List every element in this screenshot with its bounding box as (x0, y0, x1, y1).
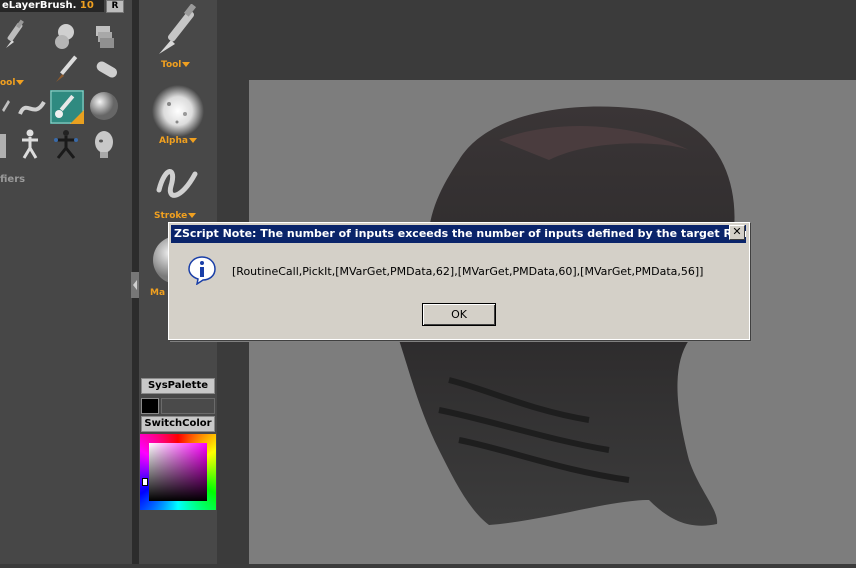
selected-brush-icon[interactable] (50, 90, 84, 124)
collapse-arrow-icon (133, 280, 137, 290)
main-color-swatch[interactable] (141, 398, 159, 414)
current-tool-count: 10 (79, 0, 94, 11)
head-model-icon[interactable] (88, 128, 120, 160)
info-icon (188, 256, 216, 285)
material-palette-label[interactable]: Ma (150, 288, 165, 298)
switchcolor-button[interactable]: SwitchColor (141, 416, 215, 432)
sphere-tool-icon[interactable] (88, 90, 120, 122)
curve-brush-icon[interactable] (16, 92, 48, 124)
alpha-palette-label[interactable]: Alpha (159, 136, 197, 146)
zsphere-rig-icon[interactable] (50, 128, 82, 160)
pen-tool-icon[interactable] (52, 52, 84, 84)
color-picker-square[interactable] (149, 443, 207, 501)
current-tool-title: eLayerBrush. 10 (0, 0, 104, 12)
mesh-stack-icon[interactable] (88, 22, 120, 54)
ok-button[interactable]: OK (422, 303, 496, 326)
current-tool-name: eLayerBrush. (2, 0, 77, 11)
tool-brush-icon[interactable] (151, 4, 205, 58)
color-picker-marker[interactable] (142, 478, 148, 486)
tool-panel: eLayerBrush. 10 R ool fiers (0, 0, 132, 564)
brush-tool-icon[interactable] (0, 18, 32, 50)
dialog-title: ZScript Note: The number of inputs excee… (171, 225, 746, 243)
panel-collapse-handle[interactable] (131, 272, 139, 298)
cylinder-tool-icon[interactable] (90, 54, 122, 86)
close-icon: ✕ (732, 225, 742, 238)
r-button[interactable]: R (106, 0, 124, 13)
modifiers-label: fiers (0, 174, 26, 185)
stroke-palette-label[interactable]: Stroke (154, 211, 197, 221)
zscript-note-dialog: ZScript Note: The number of inputs excee… (168, 222, 750, 340)
stroke-icon[interactable] (151, 160, 205, 208)
syspalette-button[interactable]: SysPalette (141, 378, 215, 394)
dialog-close-button[interactable]: ✕ (729, 225, 745, 240)
mannequin-tool-icon[interactable] (14, 128, 46, 160)
spheres-tool-icon[interactable] (48, 20, 80, 52)
secondary-color-swatch[interactable] (161, 398, 215, 414)
dialog-message: [RoutineCall,PickIt,[MVarGet,PMData,62],… (232, 265, 704, 278)
color-picker[interactable] (140, 434, 216, 510)
tool-menu-label[interactable]: ool (0, 78, 25, 88)
alpha-icon[interactable] (151, 84, 205, 138)
tool-palette-label[interactable]: Tool (161, 60, 191, 70)
